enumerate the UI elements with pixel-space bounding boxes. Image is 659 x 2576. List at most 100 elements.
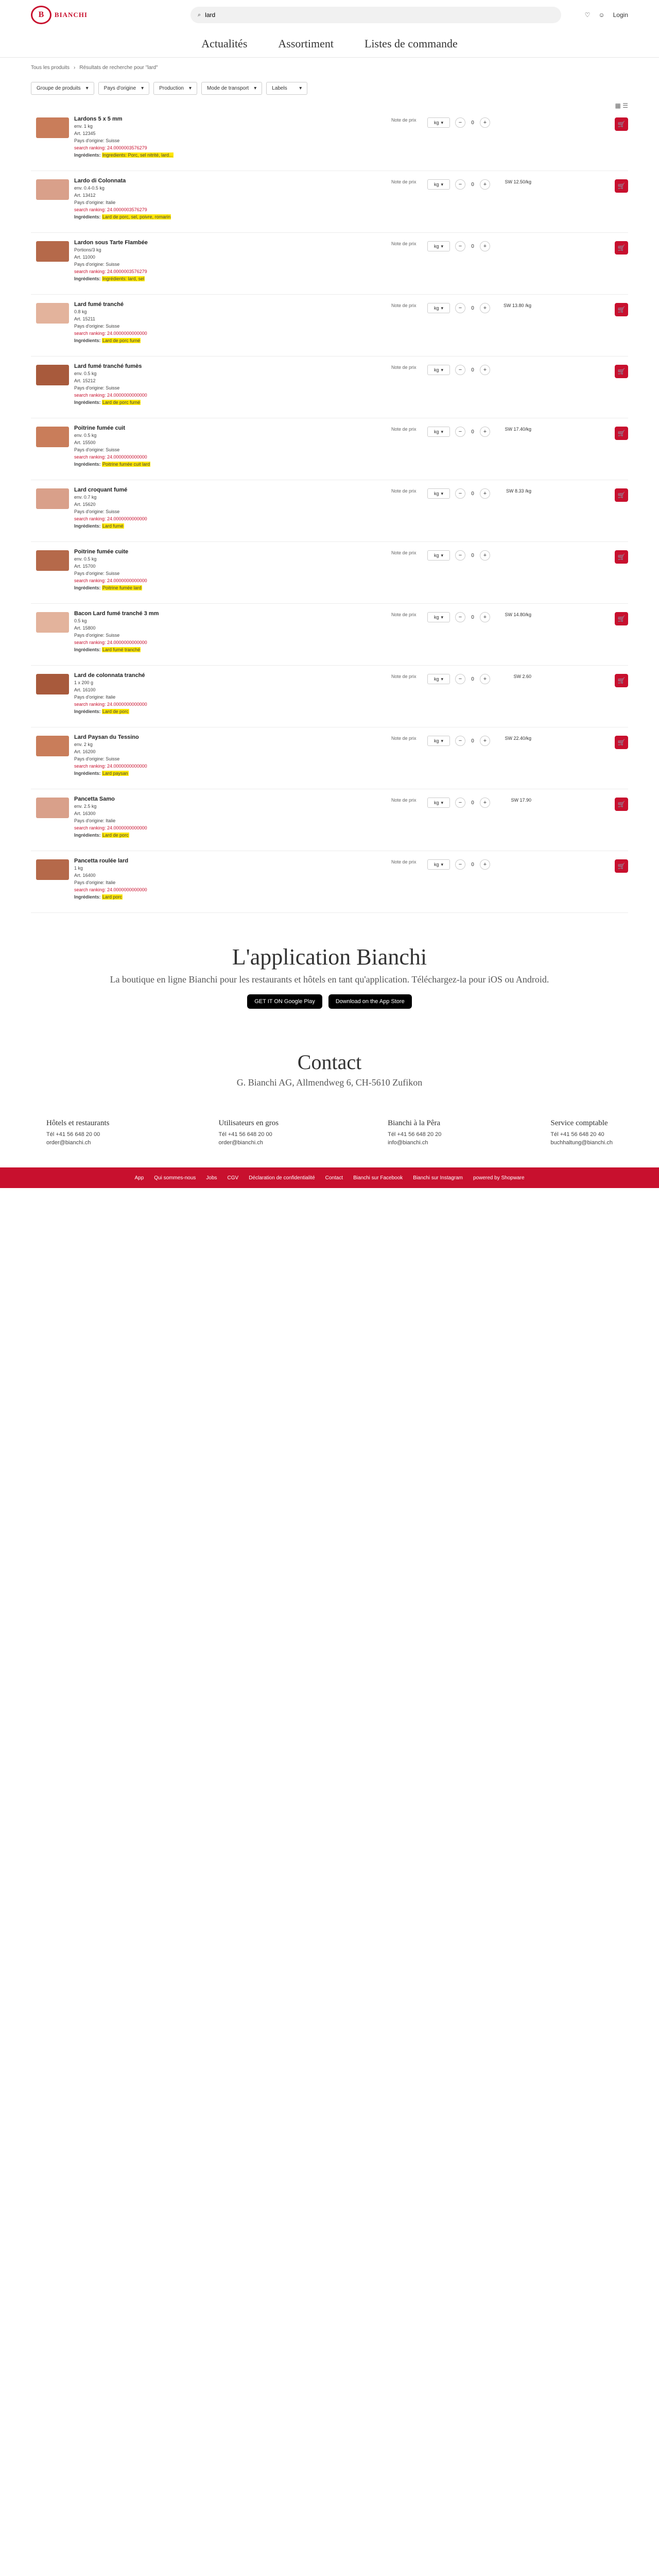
minus-button[interactable]: − xyxy=(455,241,465,251)
product-image[interactable] xyxy=(36,117,69,138)
quantity-value[interactable]: 0 xyxy=(467,429,478,435)
product-image[interactable] xyxy=(36,798,69,818)
product-image[interactable] xyxy=(36,427,69,447)
minus-button[interactable]: − xyxy=(455,798,465,808)
cart-icon[interactable]: 🛒 xyxy=(615,488,628,502)
quantity-value[interactable]: 0 xyxy=(467,615,478,620)
quantity-value[interactable]: 0 xyxy=(467,120,478,126)
plus-button[interactable]: + xyxy=(480,241,490,251)
plus-button[interactable]: + xyxy=(480,736,490,746)
quantity-value[interactable]: 0 xyxy=(467,306,478,311)
nav-item-news[interactable]: Actualités xyxy=(201,37,247,50)
list-view-icon[interactable]: ☰ xyxy=(622,102,628,109)
quantity-value[interactable]: 0 xyxy=(467,862,478,868)
unit-select[interactable]: kg ▾ xyxy=(427,674,450,684)
price-note-link[interactable]: Note de prix xyxy=(391,612,422,617)
search-input[interactable] xyxy=(205,11,554,19)
plus-button[interactable]: + xyxy=(480,798,490,808)
footer-link[interactable]: Bianchi sur Instagram xyxy=(413,1175,463,1181)
cart-icon[interactable]: 🛒 xyxy=(615,798,628,811)
price-note-link[interactable]: Note de prix xyxy=(391,798,422,803)
cart-icon[interactable]: 🛒 xyxy=(615,303,628,316)
quantity-value[interactable]: 0 xyxy=(467,800,478,806)
unit-select[interactable]: kg ▾ xyxy=(427,117,450,128)
product-name[interactable]: Lardons 5 x 5 mm xyxy=(74,115,391,123)
quantity-value[interactable]: 0 xyxy=(467,367,478,373)
cart-icon[interactable]: 🛒 xyxy=(615,736,628,749)
footer-link[interactable]: Contact xyxy=(325,1175,343,1181)
minus-button[interactable]: − xyxy=(455,550,465,561)
plus-button[interactable]: + xyxy=(480,179,490,190)
price-note-link[interactable]: Note de prix xyxy=(391,736,422,741)
minus-button[interactable]: − xyxy=(455,427,465,437)
product-name[interactable]: Pancetta roulée lard xyxy=(74,857,391,865)
footer-link[interactable]: Bianchi sur Facebook xyxy=(353,1175,403,1181)
quantity-value[interactable]: 0 xyxy=(467,738,478,744)
price-note-link[interactable]: Note de prix xyxy=(391,117,422,123)
nav-item-assortment[interactable]: Assortiment xyxy=(278,37,334,50)
product-name[interactable]: Poitrine fumée cuite xyxy=(74,548,391,555)
cart-icon[interactable]: 🛒 xyxy=(615,612,628,625)
footer-link[interactable]: powered by Shopware xyxy=(473,1175,525,1181)
search-bar[interactable]: ⌕ xyxy=(190,7,561,23)
footer-link[interactable]: Jobs xyxy=(206,1175,217,1181)
favorites-icon[interactable]: ♡ xyxy=(585,11,591,19)
product-image[interactable] xyxy=(36,365,69,385)
price-note-link[interactable]: Note de prix xyxy=(391,550,422,555)
plus-button[interactable]: + xyxy=(480,612,490,622)
unit-select[interactable]: kg ▾ xyxy=(427,736,450,746)
minus-button[interactable]: − xyxy=(455,179,465,190)
unit-select[interactable]: kg ▾ xyxy=(427,550,450,561)
minus-button[interactable]: − xyxy=(455,303,465,313)
product-image[interactable] xyxy=(36,859,69,880)
product-name[interactable]: Lard fumé tranché xyxy=(74,301,391,308)
product-name[interactable]: Lardo di Colonnata xyxy=(74,177,391,184)
plus-button[interactable]: + xyxy=(480,859,490,870)
product-name[interactable]: Pancetta Samo xyxy=(74,795,391,803)
quantity-value[interactable]: 0 xyxy=(467,182,478,188)
cart-icon[interactable]: 🛒 xyxy=(615,550,628,564)
product-image[interactable] xyxy=(36,550,69,571)
filter-labels[interactable]: Labels ▾ xyxy=(266,82,308,95)
product-name[interactable]: Lard de colonnata tranché xyxy=(74,672,391,679)
cart-icon[interactable]: 🛒 xyxy=(615,117,628,131)
plus-button[interactable]: + xyxy=(480,674,490,684)
footer-link[interactable]: App xyxy=(134,1175,144,1181)
footer-link[interactable]: CGV xyxy=(228,1175,239,1181)
unit-select[interactable]: kg ▾ xyxy=(427,488,450,499)
product-name[interactable]: Bacon Lard fumé tranché 3 mm xyxy=(74,610,391,617)
unit-select[interactable]: kg ▾ xyxy=(427,427,450,437)
footer-link[interactable]: Déclaration de confidentialité xyxy=(249,1175,315,1181)
unit-select[interactable]: kg ▾ xyxy=(427,303,450,313)
google-play-button[interactable]: GET IT ON Google Play xyxy=(247,994,322,1009)
plus-button[interactable]: + xyxy=(480,303,490,313)
unit-select[interactable]: kg ▾ xyxy=(427,179,450,190)
logo[interactable]: B BIANCHI xyxy=(31,5,88,25)
price-note-link[interactable]: Note de prix xyxy=(391,303,422,308)
nav-item-order-lists[interactable]: Listes de commande xyxy=(365,37,458,50)
product-image[interactable] xyxy=(36,179,69,200)
plus-button[interactable]: + xyxy=(480,427,490,437)
unit-select[interactable]: kg ▾ xyxy=(427,241,450,251)
price-note-link[interactable]: Note de prix xyxy=(391,674,422,679)
price-note-link[interactable]: Note de prix xyxy=(391,859,422,865)
price-note-link[interactable]: Note de prix xyxy=(391,488,422,494)
view-toggle[interactable]: ▦ ☰ xyxy=(0,99,659,109)
minus-button[interactable]: − xyxy=(455,736,465,746)
login-link[interactable]: Login xyxy=(613,11,628,19)
product-image[interactable] xyxy=(36,612,69,633)
cart-icon[interactable]: 🛒 xyxy=(615,365,628,378)
product-image[interactable] xyxy=(36,488,69,509)
minus-button[interactable]: − xyxy=(455,612,465,622)
minus-button[interactable]: − xyxy=(455,365,465,375)
product-name[interactable]: Lard fumé tranché fumès xyxy=(74,363,391,370)
product-name[interactable]: Poitrine fumée cuit xyxy=(74,425,391,432)
plus-button[interactable]: + xyxy=(480,117,490,128)
product-name[interactable]: Lard Paysan du Tessino xyxy=(74,734,391,741)
quantity-value[interactable]: 0 xyxy=(467,491,478,497)
price-note-link[interactable]: Note de prix xyxy=(391,427,422,432)
minus-button[interactable]: − xyxy=(455,859,465,870)
unit-select[interactable]: kg ▾ xyxy=(427,859,450,870)
minus-button[interactable]: − xyxy=(455,117,465,128)
price-note-link[interactable]: Note de prix xyxy=(391,241,422,246)
